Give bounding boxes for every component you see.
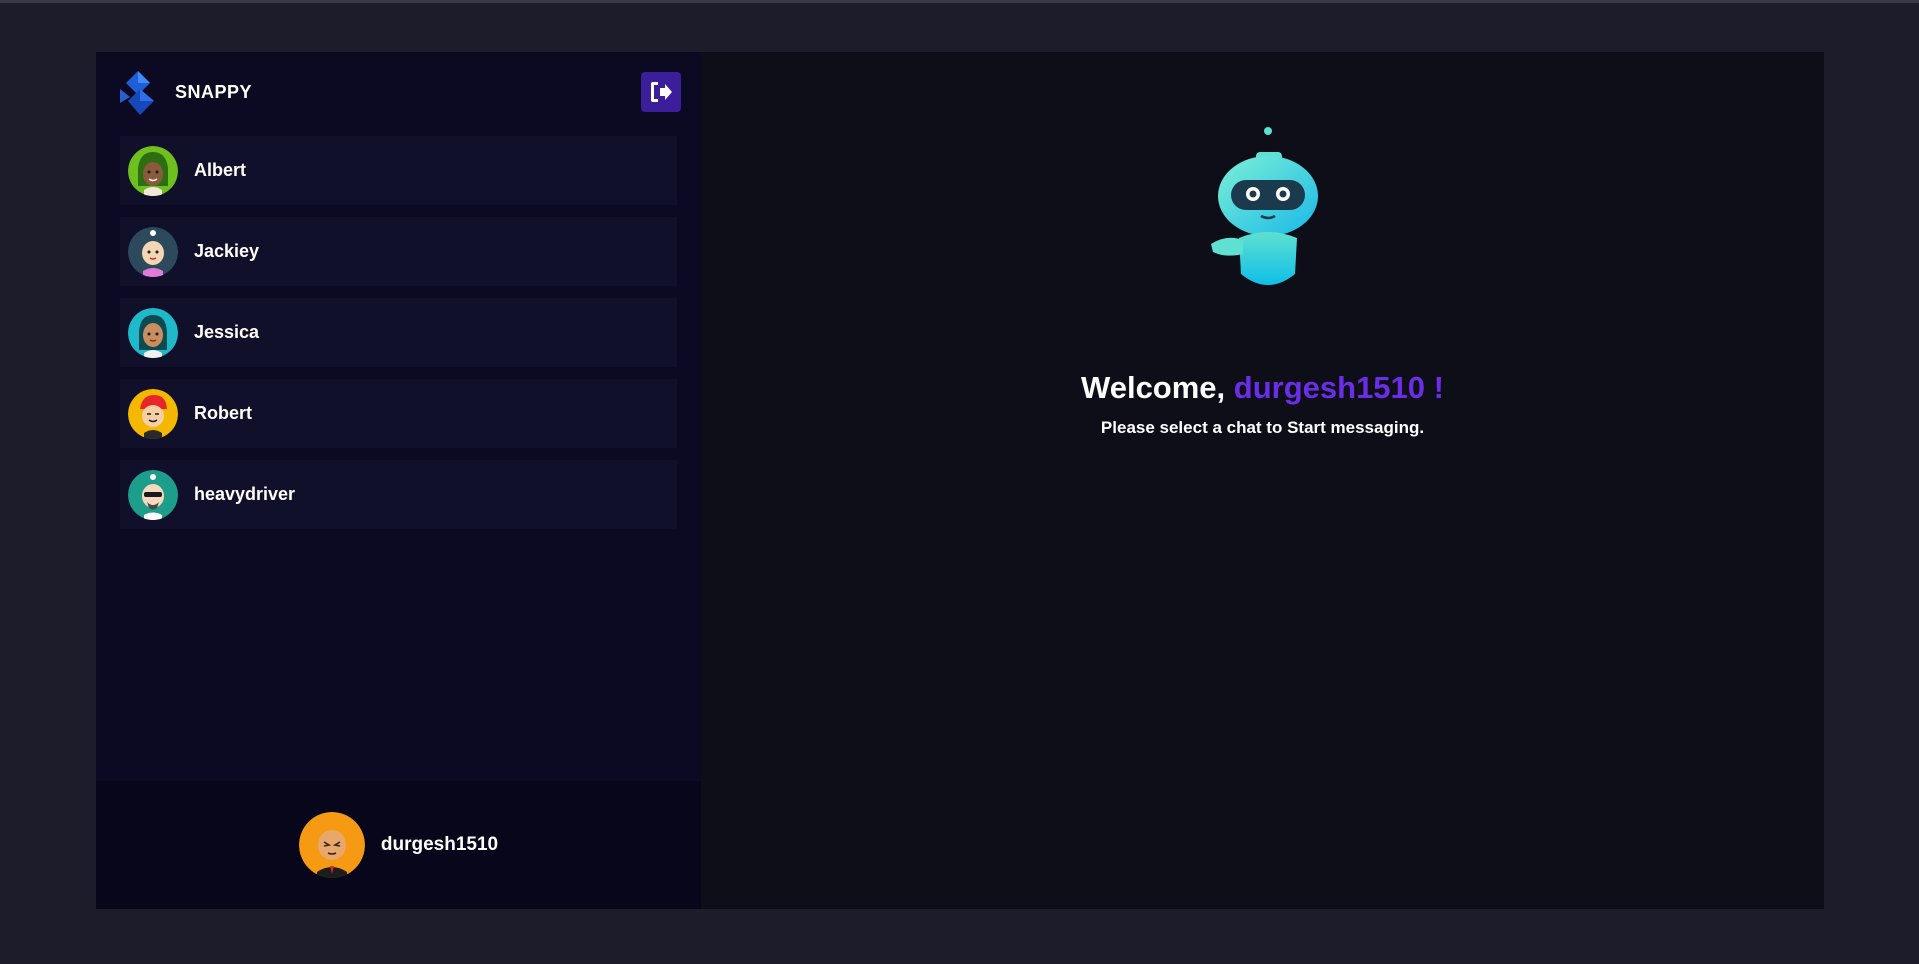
- contact-name: Jackiey: [194, 241, 260, 261]
- contact-item-jackiey[interactable]: Jackiey: [120, 217, 677, 286]
- welcome-panel: Welcome, durgesh1510 ! Please select a c…: [701, 52, 1824, 909]
- contact-item-robert[interactable]: Robert: [120, 379, 677, 448]
- contact-name: heavydriver: [194, 484, 296, 504]
- welcome-username: durgesh1510 !: [1233, 370, 1444, 405]
- logout-button[interactable]: [641, 72, 681, 112]
- avatar: [128, 388, 178, 439]
- welcome-prefix: Welcome,: [1081, 370, 1234, 405]
- contact-name: Albert: [194, 160, 247, 180]
- snappy-logo-icon: [120, 71, 154, 115]
- window-top-border: [0, 0, 1919, 3]
- welcome-heading: Welcome, durgesh1510 !: [701, 370, 1824, 406]
- current-user-avatar: [298, 812, 365, 878]
- contact-item-jessica[interactable]: Jessica: [120, 298, 677, 367]
- contact-name: Jessica: [194, 322, 260, 342]
- contact-item-heavydriver[interactable]: heavydriver: [120, 460, 677, 529]
- contacts-sidebar: SNAPPY Albert Jackiey Jessica Robert hea…: [96, 52, 701, 909]
- avatar: [128, 307, 178, 358]
- logout-icon: [651, 82, 672, 102]
- chat-app: SNAPPY Albert Jackiey Jessica Robert hea…: [96, 52, 1824, 909]
- contact-list: Albert Jackiey Jessica Robert heavydrive…: [96, 132, 701, 781]
- welcome-subtitle: Please select a chat to Start messaging.: [1100, 418, 1425, 437]
- avatar: [128, 226, 178, 277]
- brand-header: SNAPPY: [96, 52, 701, 132]
- robot-illustration: [1211, 127, 1318, 285]
- avatar: [128, 145, 178, 196]
- brand-name: SNAPPY: [175, 81, 253, 102]
- contact-item-albert[interactable]: Albert: [120, 136, 677, 205]
- contact-name: Robert: [194, 403, 252, 423]
- avatar: [128, 469, 178, 520]
- current-user-panel: durgesh1510: [96, 781, 701, 909]
- current-user-name: durgesh1510: [380, 834, 499, 855]
